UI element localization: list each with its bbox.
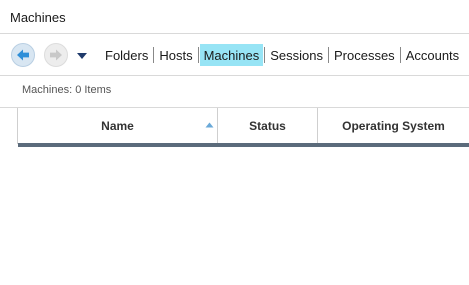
column-header-name[interactable]: Name <box>18 108 218 144</box>
arrow-right-icon <box>50 49 62 61</box>
window-titlebar: Machines <box>0 0 469 34</box>
grid-header: Name Status Operating System <box>0 107 469 148</box>
back-button[interactable] <box>11 43 35 67</box>
column-header-status[interactable]: Status <box>218 108 318 144</box>
crumb-folders[interactable]: Folders <box>101 44 152 66</box>
crumb-separator <box>399 47 401 63</box>
sort-ascending-icon <box>205 122 214 128</box>
window-title: Machines <box>10 10 66 25</box>
column-header-operating-system[interactable]: Operating System <box>318 108 469 144</box>
column-header-label: Status <box>249 119 286 133</box>
crumb-sessions[interactable]: Sessions <box>266 44 327 66</box>
crumb-accounts[interactable]: Accounts <box>402 44 463 66</box>
crumb-separator <box>153 47 155 63</box>
navigation-bar: Folders Hosts Machines Sessions Processe… <box>0 34 469 76</box>
item-count-label: Machines: 0 Items <box>22 84 112 96</box>
column-header-label: Name <box>101 119 134 133</box>
crumb-separator <box>197 47 199 63</box>
crumb-hosts[interactable]: Hosts <box>155 44 196 66</box>
column-header-label: Operating System <box>342 119 445 133</box>
row-header-cell[interactable] <box>0 108 18 144</box>
header-underline <box>18 143 469 147</box>
item-count-bar: Machines: 0 Items <box>0 77 469 107</box>
crumb-separator <box>264 47 266 63</box>
grid-body[interactable] <box>0 148 469 285</box>
crumb-machines[interactable]: Machines <box>199 44 264 66</box>
crumb-separator <box>327 47 329 63</box>
forward-button[interactable] <box>44 43 68 67</box>
crumb-processes[interactable]: Processes <box>330 44 399 66</box>
arrow-left-icon <box>17 49 29 61</box>
chevron-down-icon[interactable] <box>76 52 88 60</box>
breadcrumb: Folders Hosts Machines Sessions Processe… <box>101 43 463 67</box>
